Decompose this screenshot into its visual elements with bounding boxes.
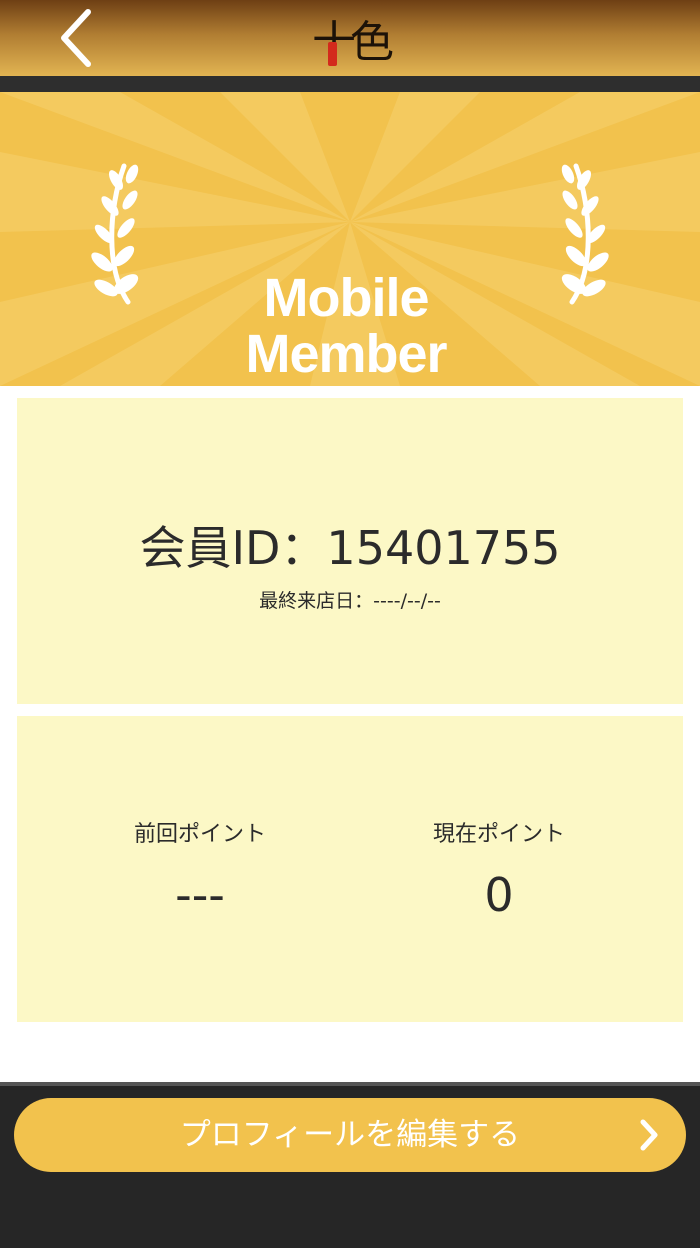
banner-title-line2: Member [245,324,447,384]
last-visit-date: 最終来店日：----/--/-- [259,590,441,612]
banner-title: Mobile Member [150,270,542,382]
previous-points-value: --- [175,868,225,922]
header-divider [0,76,700,92]
laurel-right-icon [561,163,609,305]
brand-logo: 十色 [312,6,394,70]
logo-seal [328,42,337,66]
previous-points-label: 前回ポイント [133,822,266,847]
member-id: 会員ID：15401755 [139,521,561,575]
laurel-left-icon [91,163,139,305]
edit-profile-label: プロフィールを編集する [179,1117,521,1153]
banner-title-line1: Mobile [263,268,430,328]
current-points-label: 現在ポイント [432,822,565,847]
chevron-right-icon [640,1119,658,1151]
chevron-left-icon [61,9,91,67]
logo-text: 十色 [312,17,394,68]
current-points-value: 0 [484,868,514,922]
edit-profile-button[interactable]: プロフィールを編集する [14,1098,686,1172]
app-header: 十色 [0,0,700,76]
back-button[interactable] [46,6,106,70]
